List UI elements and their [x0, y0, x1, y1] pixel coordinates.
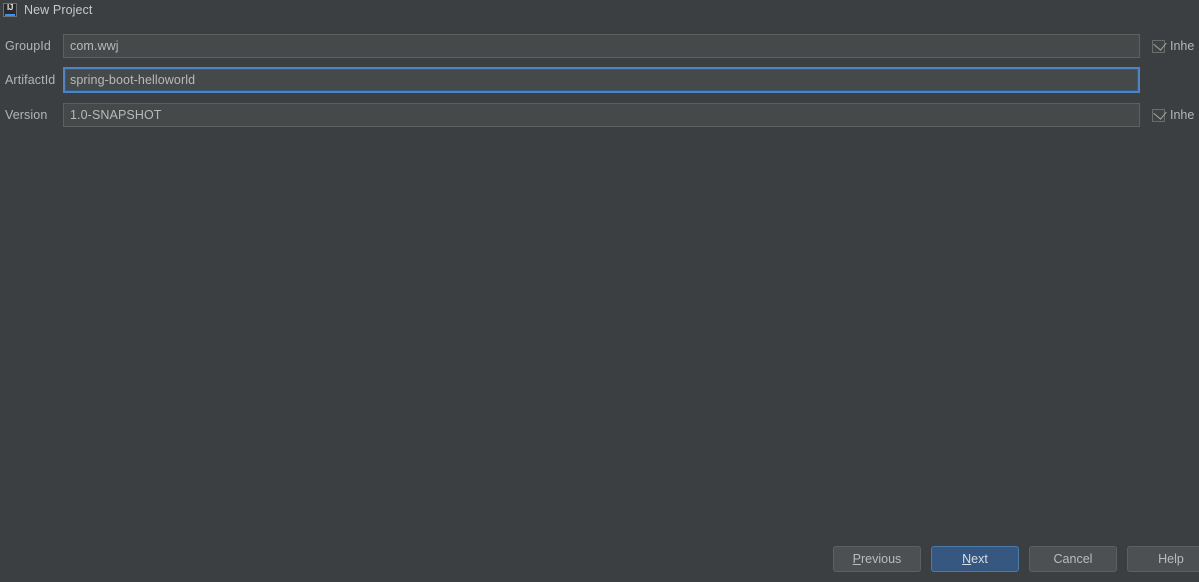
artifactid-input[interactable]: spring-boot-helloworld [63, 67, 1140, 93]
cancel-button-label: Cancel [1053, 552, 1093, 566]
form-row-artifactid: ArtifactId spring-boot-helloworld [0, 66, 1199, 94]
form-row-groupid: GroupId com.wwj Inhe [0, 32, 1199, 60]
groupid-label: GroupId [5, 39, 51, 53]
form-row-version: Version 1.0-SNAPSHOT Inhe [0, 101, 1199, 129]
artifactid-label: ArtifactId [5, 73, 56, 87]
dialog-button-bar: Previous Next Cancel Help [0, 546, 1199, 582]
intellij-idea-icon-label: IJ [6, 2, 14, 12]
version-value: 1.0-SNAPSHOT [70, 108, 162, 122]
version-input[interactable]: 1.0-SNAPSHOT [63, 103, 1140, 127]
previous-button-label: revious [861, 552, 902, 566]
artifactid-value: spring-boot-helloworld [70, 73, 196, 87]
previous-button-mnemonic: P [852, 552, 862, 566]
next-button-mnemonic: N [962, 552, 972, 566]
help-button-label: Help [1158, 552, 1184, 566]
next-button[interactable]: Next [931, 546, 1019, 572]
next-button-label: ext [971, 552, 988, 566]
groupid-inherit-checkbox[interactable]: Inhe [1152, 36, 1195, 53]
cancel-button[interactable]: Cancel [1029, 546, 1117, 572]
version-inherit-label: Inhe [1170, 108, 1195, 122]
version-label: Version [5, 108, 48, 122]
dialog-titlebar: IJ New Project [0, 0, 1199, 19]
checkmark-icon[interactable] [1152, 36, 1167, 53]
groupid-value: com.wwj [70, 39, 119, 53]
groupid-input[interactable]: com.wwj [63, 34, 1140, 58]
version-inherit-checkbox[interactable]: Inhe [1152, 105, 1195, 122]
intellij-idea-icon: IJ [2, 2, 18, 18]
checkmark-icon[interactable] [1152, 105, 1167, 122]
new-project-dialog: IJ New Project GroupId com.wwj Inhe Arti… [0, 0, 1199, 582]
help-button[interactable]: Help [1127, 546, 1199, 572]
groupid-inherit-label: Inhe [1170, 39, 1195, 53]
dialog-title: New Project [24, 2, 93, 17]
previous-button[interactable]: Previous [833, 546, 921, 572]
